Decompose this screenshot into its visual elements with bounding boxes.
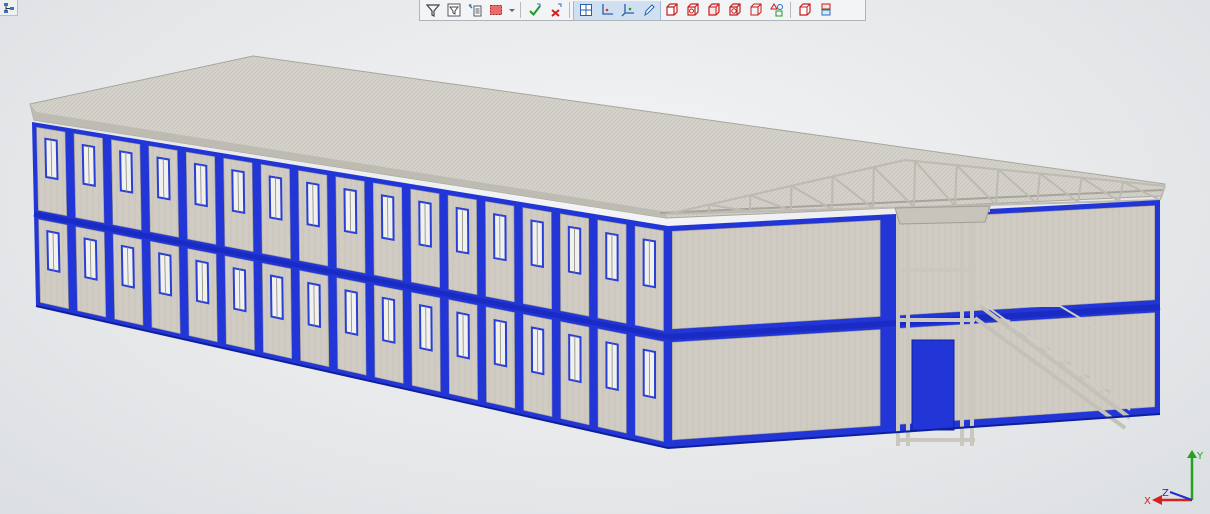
z-axis-label: Z [1162,488,1169,499]
filter-button[interactable] [422,1,443,19]
filter-settings-icon [447,3,460,17]
window-mullion [274,177,277,219]
y-axis-label: Y [1196,451,1204,462]
accept-check-icon [528,3,541,17]
shapes-icon [769,3,783,17]
window-mullion [276,276,278,318]
end-wall-panel [672,219,881,330]
cube-outline-icon [728,3,741,16]
cube-shaded-button[interactable] [703,1,724,19]
solid-cube-button[interactable] [661,1,682,19]
x-axis-label: X [1144,496,1151,507]
view-toolbar [419,0,866,21]
layers-button[interactable] [815,1,836,19]
axis-xy-button[interactable] [596,1,617,19]
shapes-button[interactable] [766,1,787,19]
cube-wire-icon [750,3,761,16]
filter-icon [425,4,440,17]
render-cube-icon [798,3,811,16]
accept-button[interactable] [524,1,545,19]
axis-xyz-icon [621,4,634,17]
end-wall-panel [672,329,881,441]
dropdown-arrow-icon [508,9,515,12]
view-plane-icon [579,4,592,16]
window-mullion [238,269,241,310]
model-tree-button[interactable] [0,0,18,16]
select-list-button[interactable] [464,1,485,19]
toolbar-separator [790,2,791,18]
edit-pencil-icon [643,4,655,17]
toolbar-separator [520,2,521,18]
cube-outline-button[interactable] [724,1,745,19]
select-list-icon [468,4,481,17]
3d-model-viewport[interactable] [0,0,1210,514]
cube-shaded-icon [707,3,720,16]
axis-triad: Y X Z [1144,450,1204,507]
cube-section-button[interactable] [682,1,703,19]
modular-building-model [29,55,1166,450]
cube-wire-button[interactable] [745,1,766,19]
toolbar-separator [569,2,570,18]
axis-xy-icon [601,4,613,15]
select-box-icon [489,5,502,15]
layers-icon [821,3,830,16]
x-axis-arrowhead [1152,495,1162,505]
axis-xyz-button[interactable] [617,1,638,19]
solid-cube-icon [665,3,678,16]
reject-x-icon [550,3,561,17]
view-plane-button[interactable] [575,1,596,19]
filter-settings-button[interactable] [443,1,464,19]
render-cube-button[interactable] [794,1,815,19]
cube-section-icon [686,3,699,16]
model-tree-icon [3,2,14,13]
window-mullion [237,171,239,212]
stair-landing [894,205,991,225]
entrance-door [911,339,955,431]
y-axis-arrowhead [1187,450,1197,458]
reject-button[interactable] [545,1,566,19]
select-box-button[interactable] [485,1,506,19]
edit-button[interactable] [638,1,659,19]
select-dropdown-button[interactable] [506,1,517,19]
